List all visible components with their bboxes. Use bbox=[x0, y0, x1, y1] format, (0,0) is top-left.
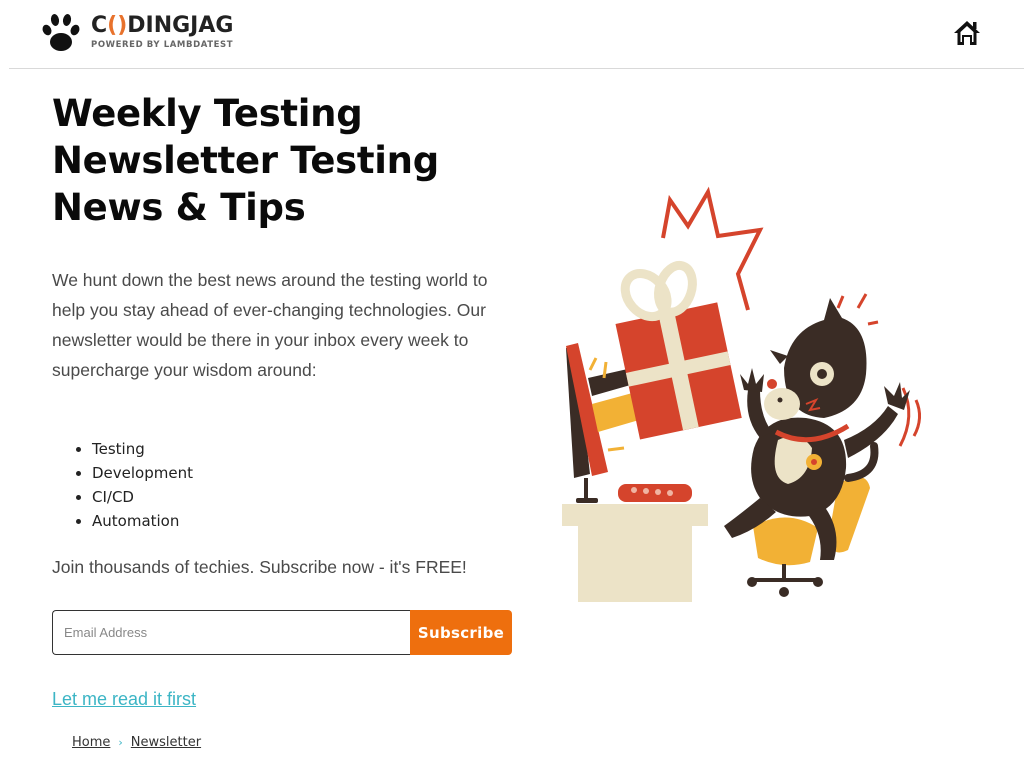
burst-zigzag bbox=[661, 186, 764, 311]
breadcrumb-newsletter-link[interactable]: Newsletter bbox=[131, 735, 201, 750]
spark-line bbox=[836, 295, 845, 309]
spark-line bbox=[856, 293, 868, 309]
chair-seat bbox=[753, 517, 818, 566]
brand-tagline: POWERED BY LAMBDATEST bbox=[91, 40, 234, 50]
spark-line bbox=[867, 320, 879, 326]
topics-list: Testing Development CI/CD Automation bbox=[52, 437, 193, 533]
breadcrumb: Home › Newsletter bbox=[72, 735, 201, 750]
newsletter-illustration bbox=[562, 186, 921, 602]
brand-text: C()DINGJAG POWERED BY LAMBDATEST bbox=[91, 13, 234, 51]
email-field[interactable] bbox=[52, 610, 410, 655]
join-text: Join thousands of techies. Subscribe now… bbox=[52, 557, 467, 577]
brand-bracket: () bbox=[107, 13, 128, 38]
breadcrumb-separator-icon: › bbox=[118, 736, 123, 749]
breadcrumb-home-link[interactable]: Home bbox=[72, 735, 110, 750]
monitor-stand bbox=[584, 478, 588, 500]
site-header: C()DINGJAG POWERED BY LAMBDATEST bbox=[9, 0, 1024, 69]
list-item: Testing bbox=[92, 437, 193, 461]
list-item: CI/CD bbox=[92, 485, 193, 509]
read-first-link[interactable]: Let me read it first bbox=[52, 689, 196, 710]
page-title: Weekly Testing Newsletter Testing News &… bbox=[52, 92, 439, 229]
home-button[interactable] bbox=[952, 18, 982, 48]
desk-leg bbox=[578, 524, 692, 602]
desk-top bbox=[562, 504, 708, 526]
motion-line bbox=[912, 399, 921, 437]
spark-line bbox=[607, 446, 625, 452]
home-icon bbox=[954, 21, 980, 45]
intro-paragraph: We hunt down the best news around the te… bbox=[52, 270, 488, 380]
monitor-base bbox=[576, 498, 598, 503]
spark-line bbox=[602, 361, 608, 379]
keyboard bbox=[618, 484, 692, 502]
subscribe-button[interactable]: Subscribe bbox=[410, 610, 512, 655]
site-logo[interactable]: C()DINGJAG POWERED BY LAMBDATEST bbox=[39, 10, 233, 54]
brand-name: C()DINGJAG bbox=[91, 13, 234, 38]
spark-line bbox=[588, 357, 598, 371]
list-item: Automation bbox=[92, 509, 193, 533]
subscribe-form: Subscribe bbox=[52, 610, 512, 655]
list-item: Development bbox=[92, 461, 193, 485]
paw-icon bbox=[42, 14, 80, 51]
